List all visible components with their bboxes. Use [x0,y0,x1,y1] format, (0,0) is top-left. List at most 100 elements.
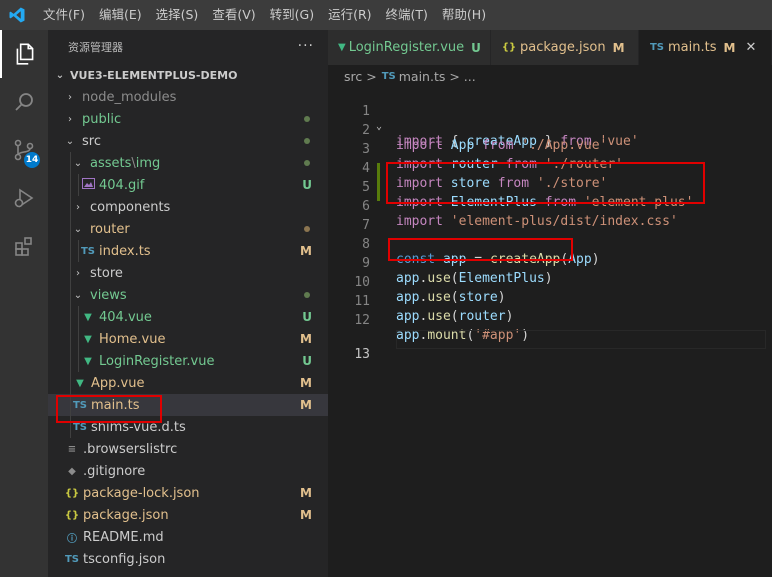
untracked-dot [304,292,310,298]
tree-item-package-lock-json[interactable]: {} package-lock.json M [48,482,328,504]
typescript-file-icon: TS [64,553,80,565]
chevron-down-icon: ⌄ [65,135,75,147]
git-status: M [300,508,312,522]
git-status: U [302,354,312,368]
menu-edit[interactable]: 编辑(E) [92,0,149,30]
tab-loginregister-vue[interactable]: ▼ LoginRegister.vue U [328,30,491,65]
info-file-icon: ⓘ [67,533,77,545]
tree-item-readme-md[interactable]: ⓘ README.md [48,526,328,548]
untracked-dot [304,160,310,166]
search-icon[interactable] [0,78,48,126]
git-status: U [302,178,312,192]
code-line: 13 [328,315,772,362]
git-status: M [300,332,312,346]
chevron-right-icon: › [76,267,80,279]
close-icon[interactable]: ✕ [745,40,756,55]
tree-item-assets-img[interactable]: ⌄ assets \ img [48,152,328,174]
vue-file-icon: ▼ [84,355,92,367]
vue-file-icon: ▼ [338,42,346,53]
menu-selection[interactable]: 选择(S) [149,0,206,30]
code-line: 12 app.mount('#app') [354,313,530,343]
current-line-highlight [396,330,766,349]
menu-run[interactable]: 运行(R) [321,0,378,30]
image-file-icon [80,178,96,192]
explorer-title: 资源管理器 [68,41,123,54]
git-status: U [302,310,312,324]
json-file-icon: {} [501,42,517,53]
chevron-right-icon: › [68,113,72,125]
tree-item-404-gif[interactable]: 404.gif U [48,174,328,196]
tree-item-gitignore[interactable]: ◆ .gitignore [48,460,328,482]
tree-item-tsconfig-json[interactable]: TS tsconfig.json [48,548,328,570]
tab-main-ts[interactable]: TS main.ts M ✕ [639,30,772,65]
typescript-file-icon: TS [381,70,396,82]
chevron-down-icon: ⌄ [73,289,83,301]
typescript-file-icon: TS [80,245,96,257]
git-status: M [300,376,312,390]
code-line: 4 import store from './store' [362,161,608,191]
chevron-down-icon: ⌄ [73,223,83,235]
tree-item-app-vue[interactable]: ▼ App.vue M [48,372,328,394]
menu-terminal[interactable]: 终端(T) [379,0,435,30]
highlight-box-imports [386,162,705,204]
tree-item-views[interactable]: ⌄ views [48,284,328,306]
code-line: 11 app.use(router) [354,294,514,324]
tree-item-src[interactable]: ⌄ src [48,130,328,152]
vue-file-icon: ▼ [84,333,92,345]
editor-tabs: ▼ LoginRegister.vue U {} package.json M … [328,30,772,65]
menu-go[interactable]: 转到(G) [263,0,321,30]
breadcrumb: src > TS main.ts > ... [328,65,772,87]
explorer-icon[interactable] [0,30,48,78]
vscode-logo-icon [0,0,34,30]
more-actions-icon[interactable]: ··· [298,38,314,54]
typescript-file-icon: TS [649,42,665,53]
untracked-dot [304,116,310,122]
code-editor[interactable]: 1 ⌄ import { createApp } from 'vue' 2 im… [328,87,772,577]
tree-item-components[interactable]: › components [48,196,328,218]
tree-item-404-vue[interactable]: ▼ 404.vue U [48,306,328,328]
git-file-icon: ◆ [68,465,76,477]
source-control-icon[interactable]: 14 [0,126,48,174]
code-line: 3 import router from './router' [362,142,624,172]
activity-bar: 14 [0,30,48,577]
highlight-box-main-ts [56,395,162,423]
breadcrumb-file[interactable]: main.ts [399,69,446,84]
run-debug-icon[interactable] [0,174,48,222]
explorer-header: 资源管理器 ··· [48,30,328,64]
tree-item-index-ts[interactable]: TS index.ts M [48,240,328,262]
vue-file-icon: ▼ [84,311,92,323]
code-line: 8 const app = createApp(App) [362,237,600,267]
menu-view[interactable]: 查看(V) [205,0,262,30]
chevron-down-icon: ⌄ [55,69,65,81]
extensions-icon[interactable] [0,222,48,270]
chevron-down-icon: ⌄ [73,157,83,169]
chevron-right-icon: › [68,91,72,103]
list-file-icon: ≡ [67,443,77,455]
modified-dot [304,138,310,144]
code-line: 1 ⌄ import { createApp } from 'vue' [362,104,639,149]
typescript-file-icon: TS [72,421,88,433]
code-line: 2 import App from './App.vue' [362,123,608,153]
scm-badge: 14 [24,152,40,168]
modified-dot [304,226,310,232]
tree-item-loginregister-vue[interactable]: ▼ LoginRegister.vue U [48,350,328,372]
git-status: M [300,244,312,258]
explorer-sidebar: 资源管理器 ··· ⌄ VUE3-ELEMENTPLUS-DEMO › node… [48,30,328,577]
tab-package-json[interactable]: {} package.json M [491,30,639,65]
json-file-icon: {} [64,509,80,521]
workspace-root[interactable]: ⌄ VUE3-ELEMENTPLUS-DEMO [48,64,328,86]
highlight-box-use-elementplus [388,238,573,261]
tree-item-package-json[interactable]: {} package.json M [48,504,328,526]
tree-item-public[interactable]: › public [48,108,328,130]
git-status: M [300,486,312,500]
menu-file[interactable]: 文件(F) [34,0,92,30]
tree-item-browserslistrc[interactable]: ≡ .browserslistrc [48,438,328,460]
tree-item-router[interactable]: ⌄ router [48,218,328,240]
tree-item-store[interactable]: › store [48,262,328,284]
tree-item-home-vue[interactable]: ▼ Home.vue M [48,328,328,350]
menu-help[interactable]: 帮助(H) [435,0,493,30]
tree-item-node-modules[interactable]: › node_modules [48,86,328,108]
git-status: M [300,398,312,412]
breadcrumb-folder[interactable]: src [344,69,362,84]
title-bar: 文件(F) 编辑(E) 选择(S) 查看(V) 转到(G) 运行(R) 终端(T… [0,0,772,30]
